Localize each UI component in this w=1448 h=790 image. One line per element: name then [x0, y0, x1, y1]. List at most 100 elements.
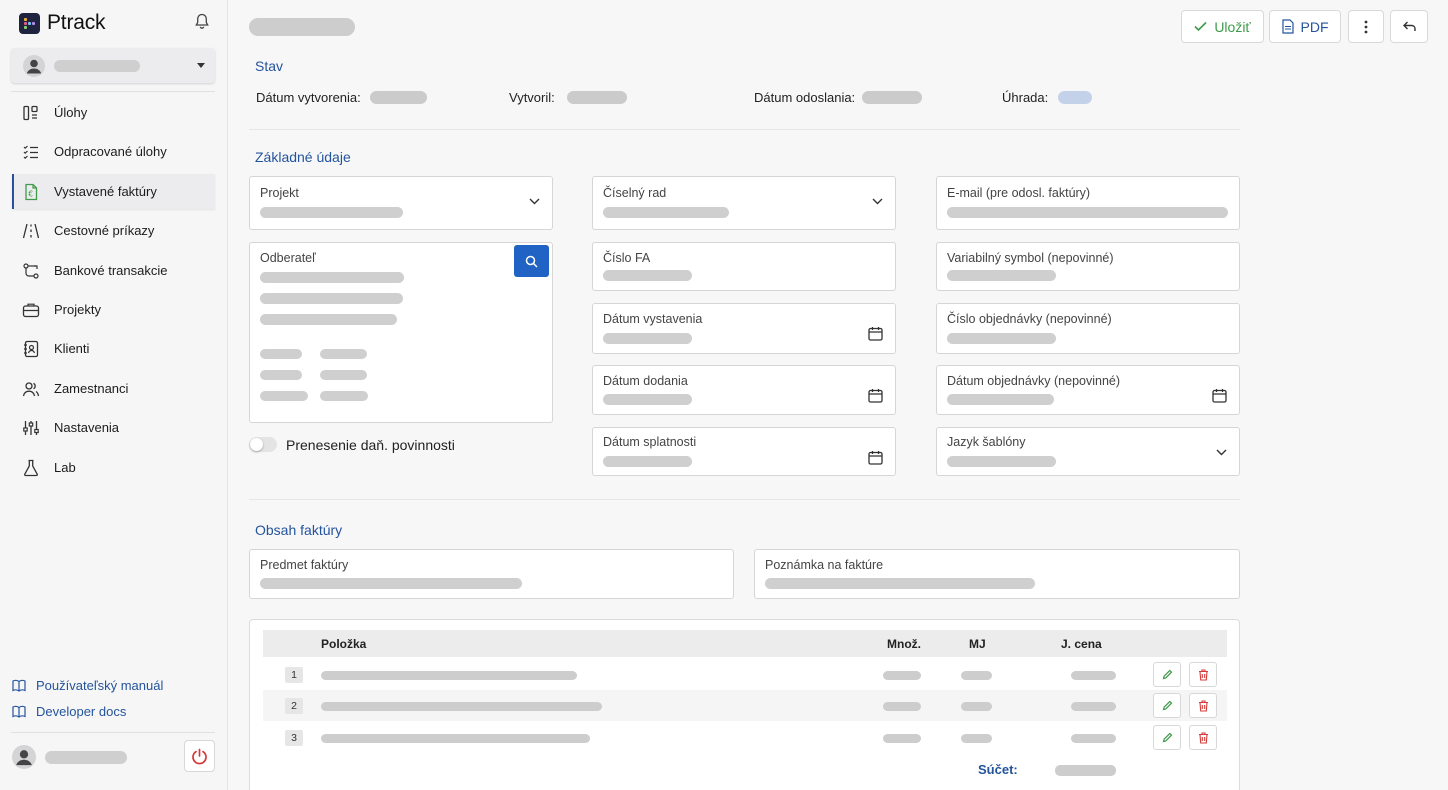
sidebar-item-ulohy[interactable]: Úlohy — [12, 95, 215, 130]
search-icon — [525, 255, 538, 268]
invoice-icon: € — [25, 183, 38, 200]
calendar-icon[interactable] — [868, 388, 883, 403]
customer-detail-placeholder — [260, 391, 308, 401]
sidebar-item-odpracovane-ulohy[interactable]: Odpracované úlohy — [12, 134, 215, 169]
app-name: Ptrack — [47, 11, 106, 34]
field-label: Dátum dodania — [603, 374, 688, 388]
customer-card[interactable]: Odberateľ — [249, 242, 553, 423]
sidebar-item-label: Projekty — [54, 301, 101, 317]
table-row[interactable]: 1 — [263, 659, 1227, 690]
row-number: 2 — [285, 698, 303, 714]
sidebar-item-label: Odpracované úlohy — [54, 144, 167, 160]
user-manual-link[interactable]: Používateľský manuál — [12, 678, 163, 693]
back-button[interactable] — [1390, 10, 1428, 43]
brand[interactable]: Ptrack — [19, 11, 106, 35]
logout-button[interactable] — [184, 740, 215, 772]
sidebar-item-zamestnanci[interactable]: Zamestnanci — [12, 371, 215, 406]
delete-row-button[interactable] — [1189, 693, 1217, 718]
field-value-placeholder — [947, 270, 1056, 281]
number-series-select[interactable]: Číselný rad — [592, 176, 896, 230]
project-select[interactable]: Projekt — [249, 176, 553, 230]
sidebar-item-projekty[interactable]: Projekty — [12, 292, 215, 327]
edit-row-button[interactable] — [1153, 693, 1181, 718]
calendar-icon[interactable] — [868, 326, 883, 341]
order-date-field[interactable]: Dátum objednávky (nepovinné) — [936, 365, 1240, 415]
sidebar-item-label: Zamestnanci — [54, 380, 129, 396]
book-icon — [12, 679, 26, 692]
invoice-note-field[interactable]: Poznámka na faktúre — [754, 549, 1240, 599]
main-content: Uložiť PDF Stav Dátum vytvorenia: Vytvor… — [229, 0, 1448, 790]
row-number: 1 — [285, 667, 303, 683]
sidebar-item-lab[interactable]: Lab — [12, 450, 215, 485]
edit-row-button[interactable] — [1153, 725, 1181, 750]
sidebar-item-label: Úlohy — [54, 105, 88, 120]
field-label: E-mail (pre odosl. faktúry) — [947, 186, 1091, 200]
developer-docs-link[interactable]: Developer docs — [12, 704, 126, 719]
invoice-subject-field[interactable]: Predmet faktúry — [249, 549, 734, 599]
template-language-select[interactable]: Jazyk šablóny — [936, 427, 1240, 476]
email-field[interactable]: E-mail (pre odosl. faktúry) — [936, 176, 1240, 230]
road-icon — [22, 224, 40, 239]
save-button[interactable]: Uložiť — [1181, 10, 1264, 43]
bell-icon[interactable] — [194, 13, 210, 33]
sidebar-item-cestovne-prikazy[interactable]: Cestovné príkazy — [12, 213, 215, 248]
calendar-icon[interactable] — [868, 450, 883, 465]
sidebar-item-nastavenia[interactable]: Nastavenia — [12, 410, 215, 445]
issue-date-field[interactable]: Dátum vystavenia — [592, 303, 896, 354]
more-vertical-icon — [1364, 20, 1368, 33]
delivery-date-field[interactable]: Dátum dodania — [592, 365, 896, 415]
pdf-button[interactable]: PDF — [1269, 10, 1341, 43]
variable-symbol-field[interactable]: Variabilný symbol (nepovinné) — [936, 242, 1240, 291]
table-row[interactable]: 3 — [263, 722, 1227, 753]
caret-down-icon — [197, 63, 205, 68]
section-title-basic: Základné údaje — [255, 149, 351, 165]
customer-detail-placeholder — [320, 370, 367, 380]
sidebar-item-klienti[interactable]: Klienti — [12, 331, 215, 366]
created-by-value — [567, 91, 627, 104]
chevron-down-icon — [872, 198, 883, 205]
contacts-icon — [24, 341, 39, 358]
sidebar-item-vystavene-faktury[interactable]: € Vystavené faktúry — [12, 173, 215, 209]
pdf-label: PDF — [1300, 18, 1329, 35]
ptrack-logo-icon — [19, 12, 40, 34]
sidebar-item-bankove-transakcie[interactable]: Bankové transakcie — [12, 253, 215, 288]
avatar-icon — [23, 54, 45, 77]
field-label: Dátum vystavenia — [603, 312, 703, 326]
field-value-placeholder — [947, 394, 1054, 405]
users-icon — [22, 382, 40, 396]
field-label: Číselný rad — [603, 186, 667, 200]
check-icon — [1194, 21, 1207, 32]
customer-search-button[interactable] — [514, 245, 549, 277]
more-options-button[interactable] — [1348, 10, 1384, 43]
calendar-icon[interactable] — [1212, 388, 1227, 403]
due-date-field[interactable]: Dátum splatnosti — [592, 427, 896, 476]
sum-label: Súčet: — [978, 762, 1018, 777]
table-row[interactable]: 2 — [263, 690, 1227, 721]
delete-row-button[interactable] — [1189, 662, 1217, 687]
order-number-field[interactable]: Číslo objednávky (nepovinné) — [936, 303, 1240, 354]
transactions-icon — [23, 262, 39, 279]
chevron-down-icon — [1216, 449, 1227, 456]
user-switcher[interactable] — [11, 48, 215, 83]
divider — [249, 129, 1240, 130]
edit-row-button[interactable] — [1153, 662, 1181, 687]
divider — [249, 499, 1240, 500]
sidebar-item-label: Klienti — [54, 341, 90, 357]
user-name-placeholder — [54, 59, 140, 72]
flask-icon — [24, 459, 38, 476]
customer-detail-placeholder — [320, 349, 367, 359]
field-value-placeholder — [603, 270, 692, 281]
field-label: Odberateľ — [260, 251, 316, 265]
delete-row-button[interactable] — [1189, 725, 1217, 750]
invoice-number-field[interactable]: Číslo FA — [592, 242, 896, 291]
sidebar-item-label: Nastavenia — [54, 420, 120, 436]
field-label: Poznámka na faktúre — [765, 558, 884, 572]
book-icon — [12, 705, 26, 718]
trash-icon — [1198, 731, 1208, 744]
customer-detail-placeholder — [260, 370, 302, 380]
reverse-charge-toggle[interactable] — [249, 437, 277, 452]
field-label: Číslo FA — [603, 251, 651, 265]
created-by-label: Vytvoril: — [509, 90, 555, 105]
developer-docs-label: Developer docs — [36, 704, 127, 719]
field-value-placeholder — [947, 207, 1228, 218]
